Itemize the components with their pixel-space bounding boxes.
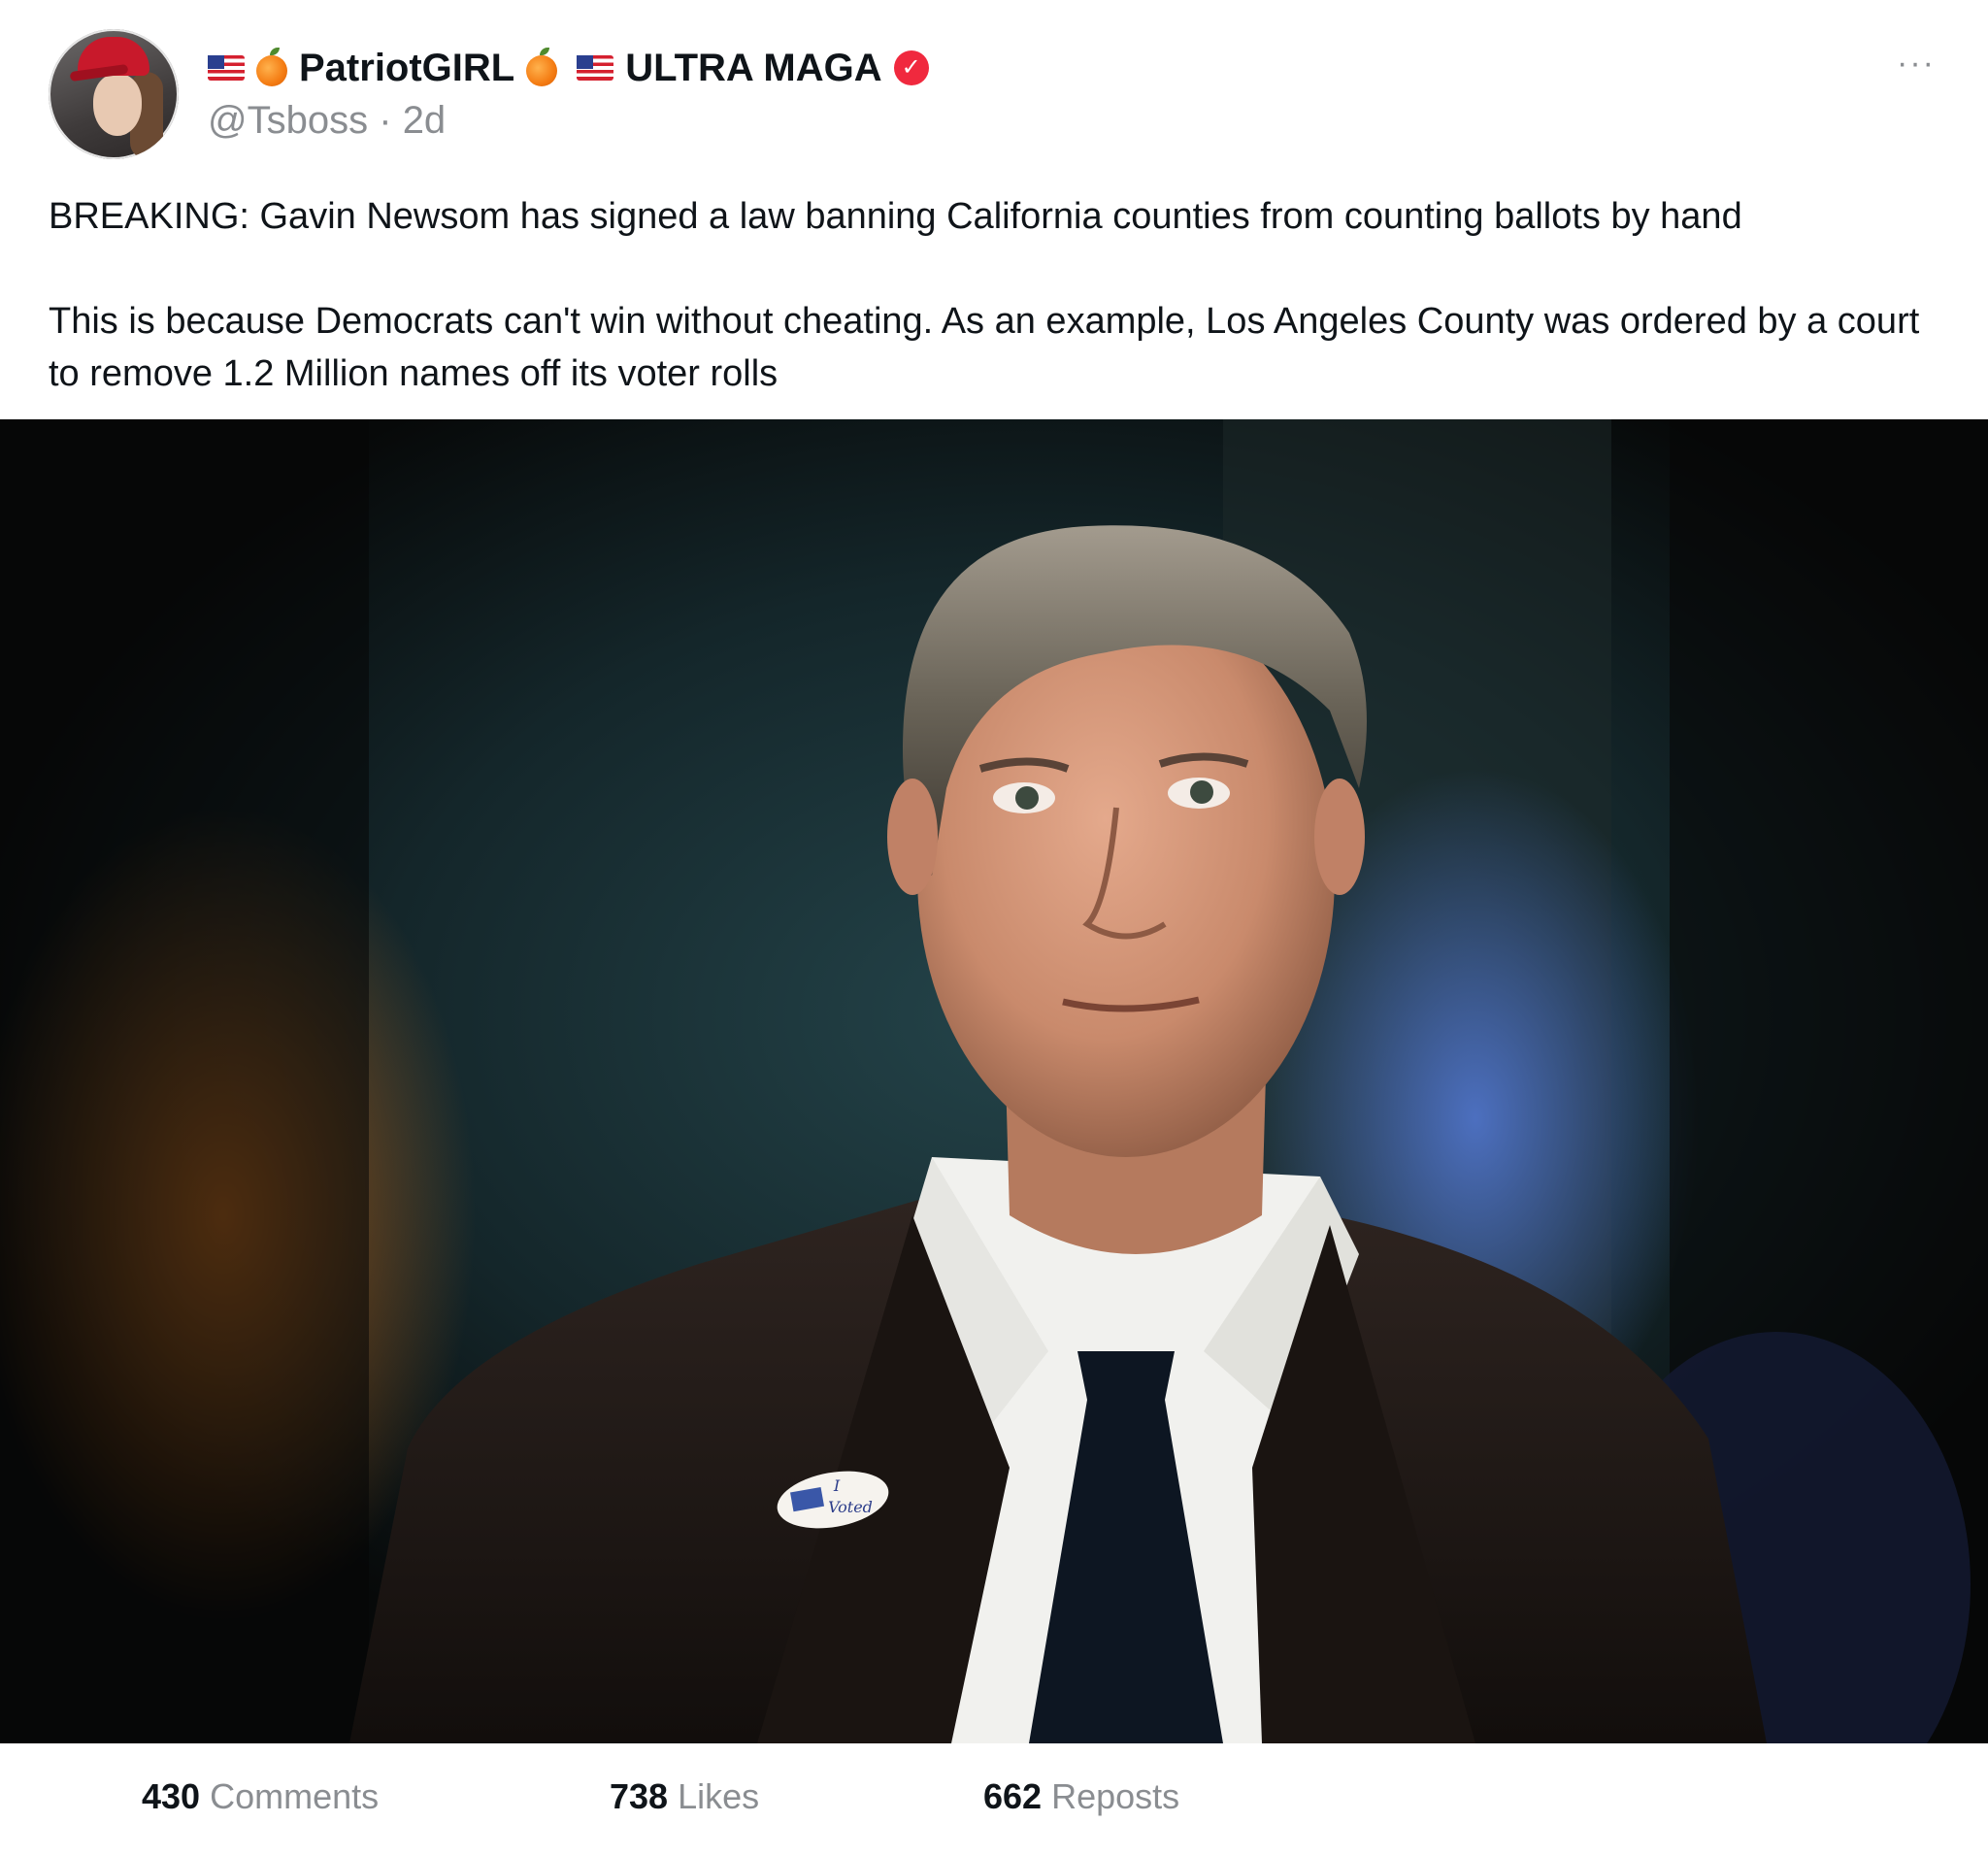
- likes-count: 738: [610, 1776, 669, 1816]
- post-text-paragraph: This is because Democrats can't win with…: [49, 301, 1920, 394]
- post-text: BREAKING: Gavin Newsom has signed a law …: [49, 190, 1941, 400]
- post-image[interactable]: I Voted: [0, 419, 1988, 1743]
- author-handle-row: @Tsboss · 2d: [208, 99, 446, 143]
- author-avatar[interactable]: [49, 29, 179, 159]
- verified-badge-icon: ✓: [893, 50, 929, 85]
- meta-separator: ·: [379, 99, 392, 142]
- author-display-name[interactable]: PatriotGIRL ULTRA MAGA ✓: [208, 41, 929, 95]
- reposts-stat[interactable]: 662 Reposts: [983, 1776, 1179, 1817]
- post-image-art: I Voted: [0, 419, 1988, 1743]
- post-card: PatriotGIRL ULTRA MAGA ✓ @Tsboss · 2d ··…: [0, 0, 1988, 1856]
- us-flag-icon: [577, 55, 614, 81]
- likes-label: Likes: [678, 1776, 760, 1816]
- comments-stat[interactable]: 430 Comments: [142, 1776, 379, 1817]
- post-time[interactable]: 2d: [403, 99, 447, 142]
- post-stats: 430 Comments 738 Likes 662 Reposts: [0, 1776, 1988, 1846]
- likes-stat[interactable]: 738 Likes: [610, 1776, 759, 1817]
- reposts-label: Reposts: [1051, 1776, 1180, 1816]
- avatar-face: [93, 74, 142, 136]
- post-text-paragraph: BREAKING: Gavin Newsom has signed a law …: [49, 196, 1742, 237]
- us-flag-icon: [208, 55, 245, 81]
- peach-icon: [526, 48, 558, 86]
- more-options-icon[interactable]: ···: [1893, 47, 1939, 80]
- display-name-part1: PatriotGIRL: [299, 46, 515, 89]
- sticker-text-line1: I: [833, 1476, 841, 1495]
- reposts-count: 662: [983, 1776, 1043, 1816]
- display-name-part2: ULTRA MAGA: [625, 46, 882, 89]
- sticker-text-line2: Voted: [828, 1498, 873, 1516]
- comments-count: 430: [142, 1776, 201, 1816]
- comments-label: Comments: [210, 1776, 380, 1816]
- peach-icon: [256, 48, 287, 86]
- author-handle[interactable]: @Tsboss: [208, 99, 368, 142]
